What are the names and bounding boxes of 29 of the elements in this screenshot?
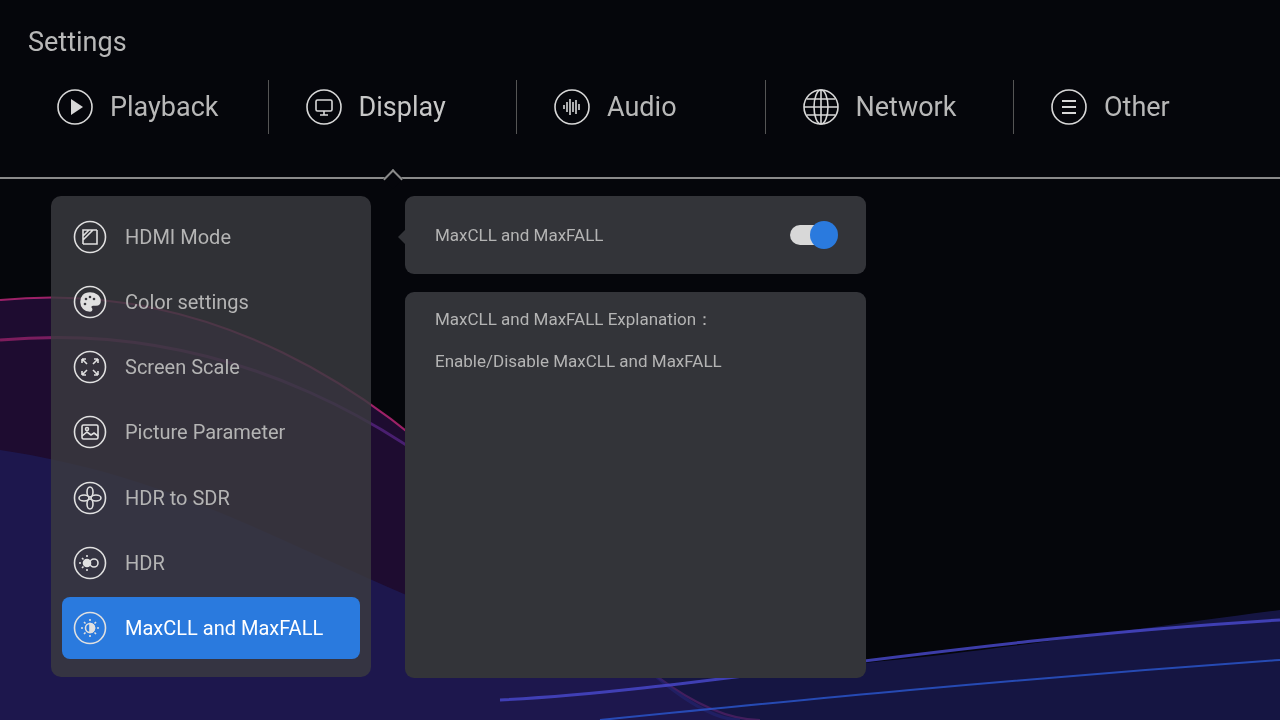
expand-arrows-icon (73, 350, 107, 385)
image-icon (73, 415, 107, 450)
sidebar-item[interactable]: MaxCLL and MaxFALL (62, 596, 360, 659)
explanation-title: MaxCLL and MaxFALL Explanation： (435, 308, 714, 330)
sidebar-item[interactable]: Color settings (62, 271, 360, 334)
sidebar-item[interactable]: HDR to SDR (62, 466, 360, 529)
sidebar-item[interactable]: Screen Scale (62, 336, 360, 399)
monitor-icon (304, 88, 343, 126)
play-icon (56, 88, 94, 126)
toggle-switch[interactable] (790, 223, 838, 247)
tab[interactable]: Audio (517, 80, 766, 134)
palette-icon (73, 285, 107, 320)
tab[interactable]: Playback (20, 80, 269, 134)
flower-icon (73, 480, 107, 515)
explanation-text: Enable/Disable MaxCLL and MaxFALL (435, 350, 722, 372)
sidebar-item[interactable]: HDR (62, 531, 360, 594)
tab[interactable]: Display (268, 80, 517, 134)
card-pointer (398, 229, 406, 245)
sidebar-item[interactable]: Picture Parameter (62, 401, 360, 464)
sound-wave-icon (553, 88, 591, 126)
sun-circle-icon (73, 545, 107, 580)
sidebar-item[interactable]: HDMI Mode (62, 206, 360, 268)
globe-icon (801, 88, 840, 126)
page-title: Settings (28, 25, 127, 60)
tab[interactable]: Other (1014, 80, 1263, 134)
brightness-icon (73, 610, 107, 645)
setting-label: MaxCLL and MaxFALL (435, 225, 604, 245)
menu-icon (1050, 88, 1088, 126)
tab[interactable]: Network (765, 80, 1014, 134)
